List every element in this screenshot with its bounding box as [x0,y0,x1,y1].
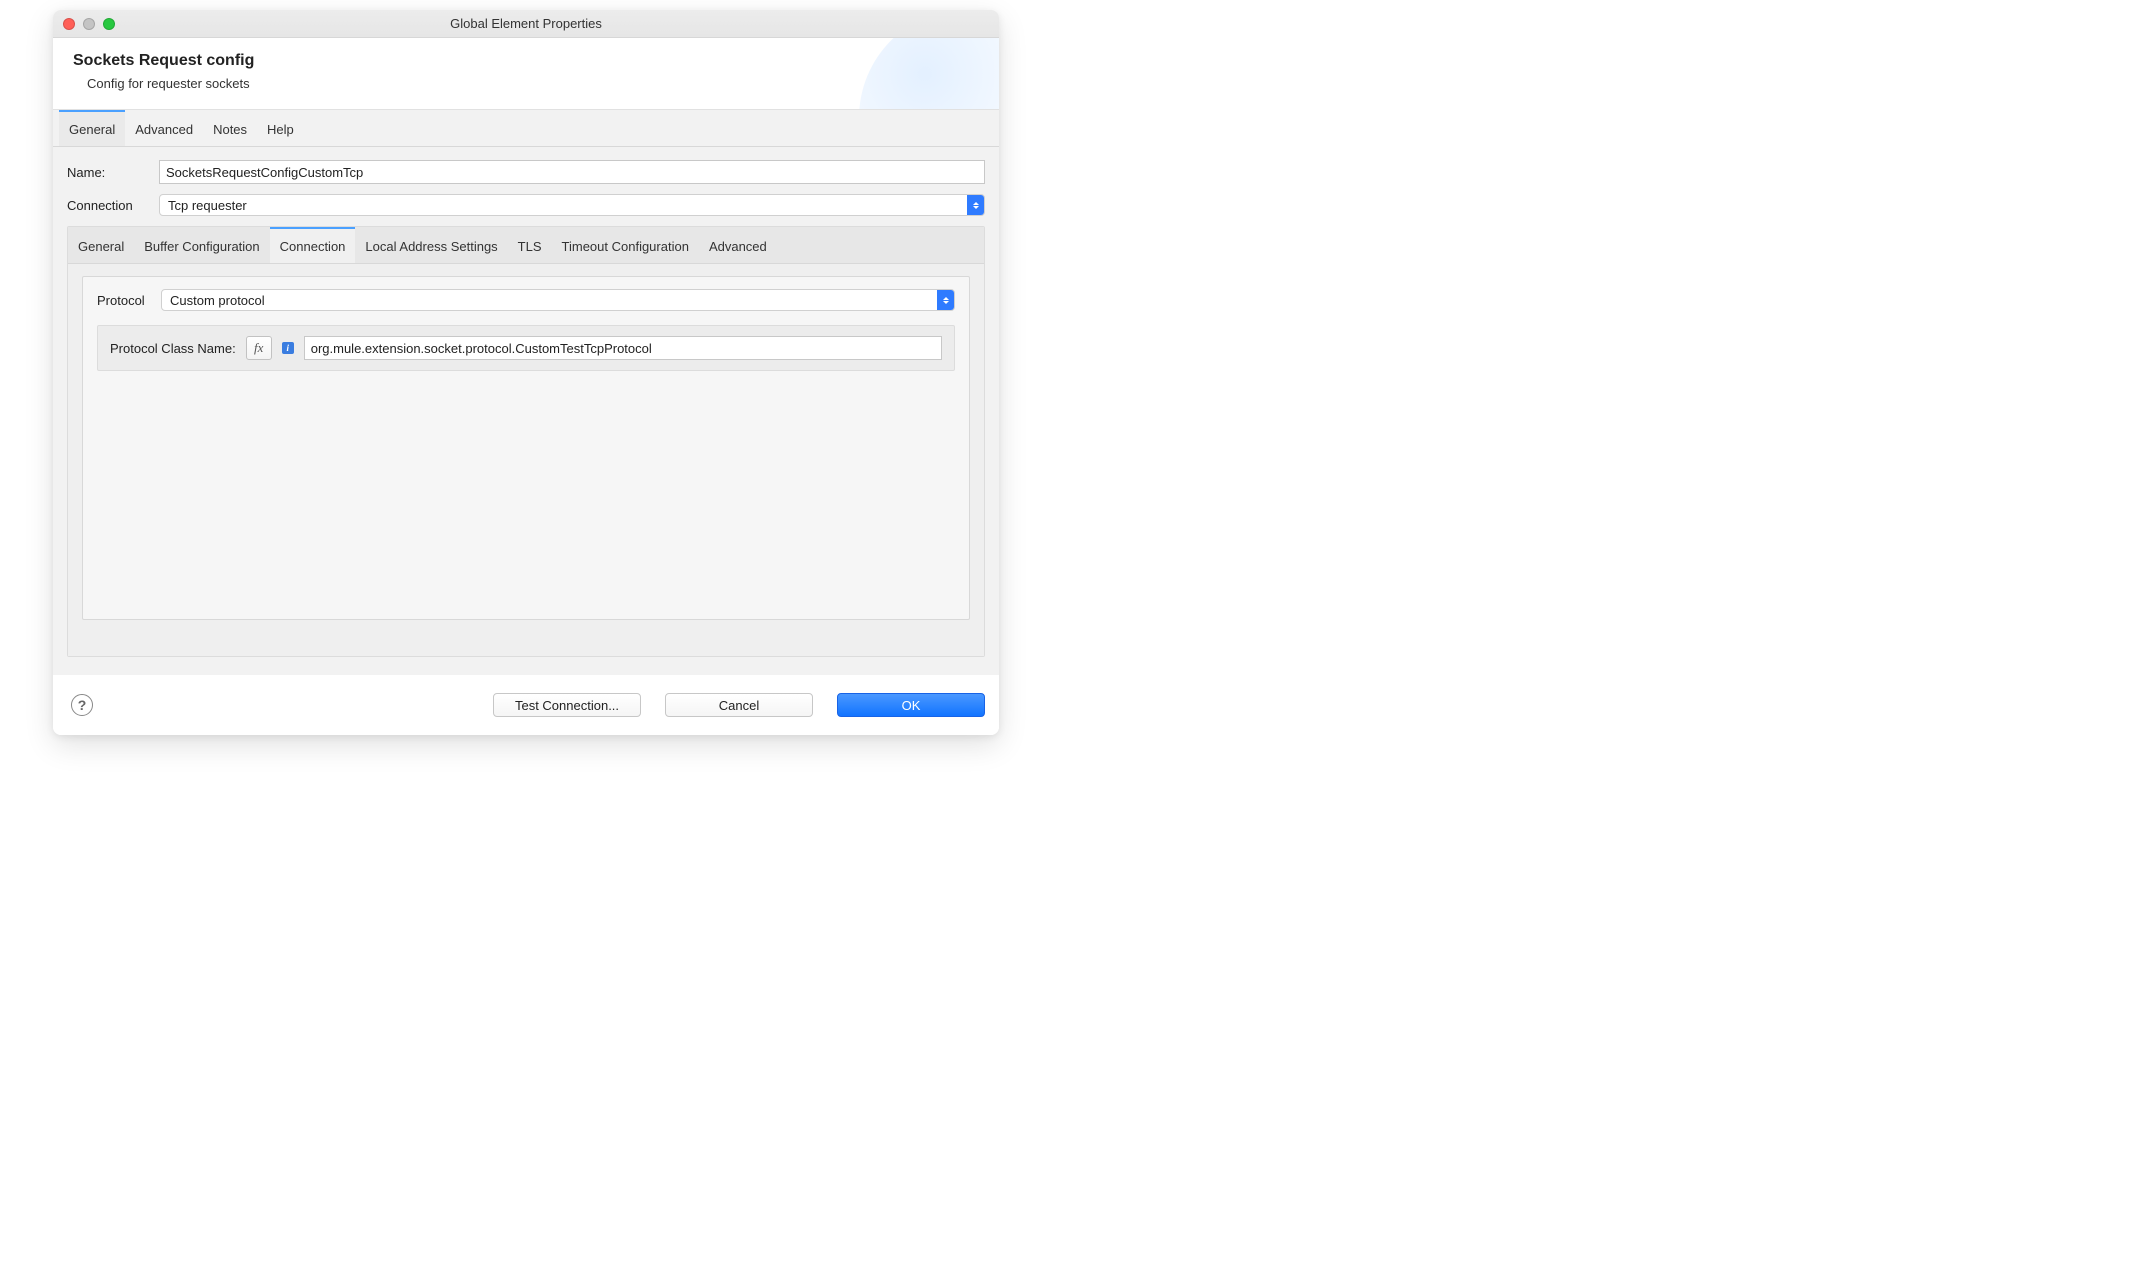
window-title: Global Element Properties [63,16,989,31]
protocol-label: Protocol [97,293,161,308]
close-icon[interactable] [63,18,75,30]
footer-buttons: Test Connection... Cancel OK [493,693,985,717]
inner-tab-tls[interactable]: TLS [508,227,552,263]
dialog-header: Sockets Request config Config for reques… [53,38,999,110]
connection-panel: General Buffer Configuration Connection … [67,226,985,657]
connection-select[interactable]: Tcp requester [159,194,985,216]
page-title: Sockets Request config [73,52,979,70]
name-input[interactable] [159,160,985,184]
cancel-button[interactable]: Cancel [665,693,813,717]
info-icon[interactable]: i [282,342,294,354]
connection-select-value: Tcp requester [159,194,985,216]
panel-body: Protocol Custom protocol Protocol Class … [68,264,984,656]
ok-button[interactable]: OK [837,693,985,717]
inner-tab-buffer-configuration[interactable]: Buffer Configuration [134,227,269,263]
tab-help[interactable]: Help [257,110,304,146]
dialog-body: Name: Connection Tcp requester General B… [53,147,999,675]
protocol-class-input[interactable] [304,336,942,360]
page-subtitle: Config for requester sockets [73,76,979,91]
inner-tab-local-address-settings[interactable]: Local Address Settings [355,227,507,263]
top-tabbar: General Advanced Notes Help [53,110,999,147]
protocol-class-row: Protocol Class Name: fx i [97,325,955,371]
inner-tab-timeout-configuration[interactable]: Timeout Configuration [552,227,699,263]
inner-tab-connection[interactable]: Connection [270,227,356,263]
connection-label: Connection [67,198,159,213]
window-controls [63,18,115,30]
tab-advanced[interactable]: Advanced [125,110,203,146]
minimize-icon [83,18,95,30]
protocol-subpanel: Protocol Custom protocol Protocol Class … [82,276,970,620]
inner-tabbar: General Buffer Configuration Connection … [68,227,984,264]
help-icon[interactable]: ? [71,694,93,716]
test-connection-button[interactable]: Test Connection... [493,693,641,717]
protocol-select[interactable]: Custom protocol [161,289,955,311]
titlebar: Global Element Properties [53,10,999,38]
chevron-updown-icon [967,195,984,215]
tab-general[interactable]: General [59,110,125,146]
tab-notes[interactable]: Notes [203,110,257,146]
inner-tab-advanced[interactable]: Advanced [699,227,777,263]
protocol-row: Protocol Custom protocol [97,289,955,311]
name-row: Name: [67,160,985,184]
maximize-icon[interactable] [103,18,115,30]
chevron-updown-icon [937,290,954,310]
fx-button[interactable]: fx [246,336,272,360]
protocol-select-value: Custom protocol [161,289,955,311]
inner-tab-general[interactable]: General [68,227,134,263]
dialog-window: Global Element Properties Sockets Reques… [53,10,999,735]
protocol-class-label: Protocol Class Name: [110,341,236,356]
dialog-footer: ? Test Connection... Cancel OK [53,675,999,735]
name-label: Name: [67,165,159,180]
connection-row: Connection Tcp requester [67,194,985,216]
